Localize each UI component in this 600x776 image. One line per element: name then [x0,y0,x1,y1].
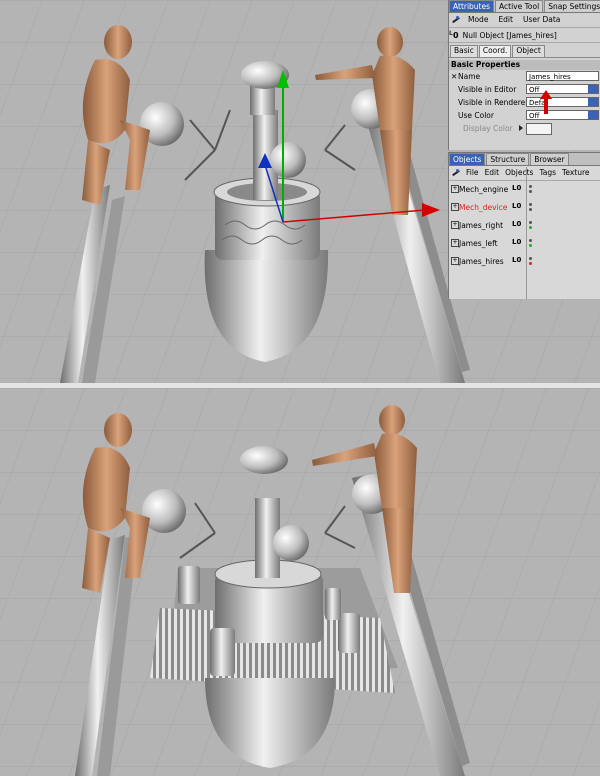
display-color-swatch[interactable] [526,123,552,135]
expand-icon[interactable]: + [451,203,459,211]
expand-icon[interactable]: + [451,239,459,247]
use-color-label: Use Color [458,111,494,120]
menu-texture[interactable]: Texture [559,166,592,180]
menu-file[interactable]: File [463,166,482,180]
menu-tags[interactable]: Tags [536,166,559,180]
tab-objects[interactable]: Objects [449,153,486,165]
list-item[interactable]: + James_left L0 [449,235,600,253]
viewport-bottom[interactable] [0,388,600,776]
viewport-top[interactable]: Attributes Active Tool Snap Settings Mod… [0,0,600,383]
prop-visible-renderer: Visible in Renderer Defa [449,96,600,109]
display-color-label: Display Color [463,124,513,133]
section-basic-properties: Basic Properties [449,60,600,70]
tab-snap-settings[interactable]: Snap Settings [544,0,600,12]
prop-name: ✕ Name James_hires [449,70,600,83]
x-mark-icon: ✕ [451,72,458,81]
list-item[interactable]: + Mech_engine L0 [449,181,600,199]
editor-visibility-dot-icon[interactable] [529,221,532,224]
tab-structure[interactable]: Structure [486,153,530,165]
red-arrow-icon [540,90,552,114]
render-visibility-dot-icon[interactable] [529,190,532,193]
null-object-icon: L0 [512,184,522,192]
visible-editor-label: Visible in Editor [458,85,517,94]
object-name: Mech_engine [459,185,509,194]
objects-menubar: File Edit Objects Tags Texture [449,166,600,181]
list-item[interactable]: + James_hires L0 [449,253,600,271]
null-object-icon: L0 [512,220,522,228]
attributes-menubar: Mode Edit User Data [449,13,600,28]
null-object-icon: L0 [512,238,522,246]
attributes-panel: Attributes Active Tool Snap Settings Mod… [448,0,600,150]
visible-renderer-label: Visible in Renderer [458,98,529,107]
attributes-tabs: Attributes Active Tool Snap Settings [449,0,600,13]
menu-edit[interactable]: Edit [493,13,518,27]
editor-visibility-dot-icon[interactable] [529,239,532,242]
name-field[interactable]: James_hires [526,71,599,81]
objects-panel: Objects Structure Browser File Edit Obje… [448,152,600,299]
sphere-left [142,489,186,533]
tab-attributes[interactable]: Attributes [449,0,495,12]
subtab-coord[interactable]: Coord. [478,45,512,57]
null-object-icon: 0 [449,30,458,40]
expand-icon[interactable]: + [451,221,459,229]
pin-icon[interactable] [451,168,461,178]
render-visibility-dot-icon[interactable] [529,208,532,211]
visible-renderer-select[interactable]: Defa [526,97,599,107]
visible-editor-select[interactable]: Off [526,84,599,94]
object-header: 0 Null Object [James_hires] [449,28,600,43]
expand-triangle-icon[interactable] [519,125,523,131]
editor-visibility-dot-icon[interactable] [529,257,532,260]
list-item[interactable]: + James_right L0 [449,217,600,235]
menu-mode[interactable]: Mode [463,13,493,27]
objects-tabs: Objects Structure Browser [449,153,600,166]
render-visibility-dot-icon[interactable] [529,262,532,265]
menu-edit[interactable]: Edit [482,166,503,180]
prop-display-color: Display Color [449,122,600,135]
editor-visibility-dot-icon[interactable] [529,203,532,206]
render-visibility-dot-icon[interactable] [529,244,532,247]
editor-visibility-dot-icon[interactable] [529,185,532,188]
attributes-subtabs: Basic Coord. Object [449,45,600,58]
expand-icon[interactable]: + [451,185,459,193]
object-name: James_hires [459,257,504,266]
object-name: James_right [459,221,504,230]
expand-icon[interactable]: + [451,257,459,265]
subtab-object[interactable]: Object [512,45,545,57]
list-item[interactable]: + Mech_device L0 [449,199,600,217]
tab-browser[interactable]: Browser [530,153,569,165]
scene-bottom[interactable] [0,388,600,776]
prop-name-label: Name [458,72,481,81]
pin-icon[interactable] [451,15,461,25]
prop-use-color: Use Color Off [449,109,600,122]
object-label: Null Object [James_hires] [462,30,557,40]
object-name: Mech_device [459,203,508,212]
null-object-icon: L0 [512,256,522,264]
use-color-select[interactable]: Off [526,110,599,120]
prop-visible-editor: Visible in Editor Off [449,83,600,96]
render-visibility-dot-icon[interactable] [529,226,532,229]
subtab-basic[interactable]: Basic [450,45,478,57]
object-name: James_left [459,239,498,248]
null-object-icon: L0 [512,202,522,210]
menu-user-data[interactable]: User Data [518,13,565,27]
menu-objects[interactable]: Objects [502,166,536,180]
tab-active-tool[interactable]: Active Tool [495,0,544,12]
